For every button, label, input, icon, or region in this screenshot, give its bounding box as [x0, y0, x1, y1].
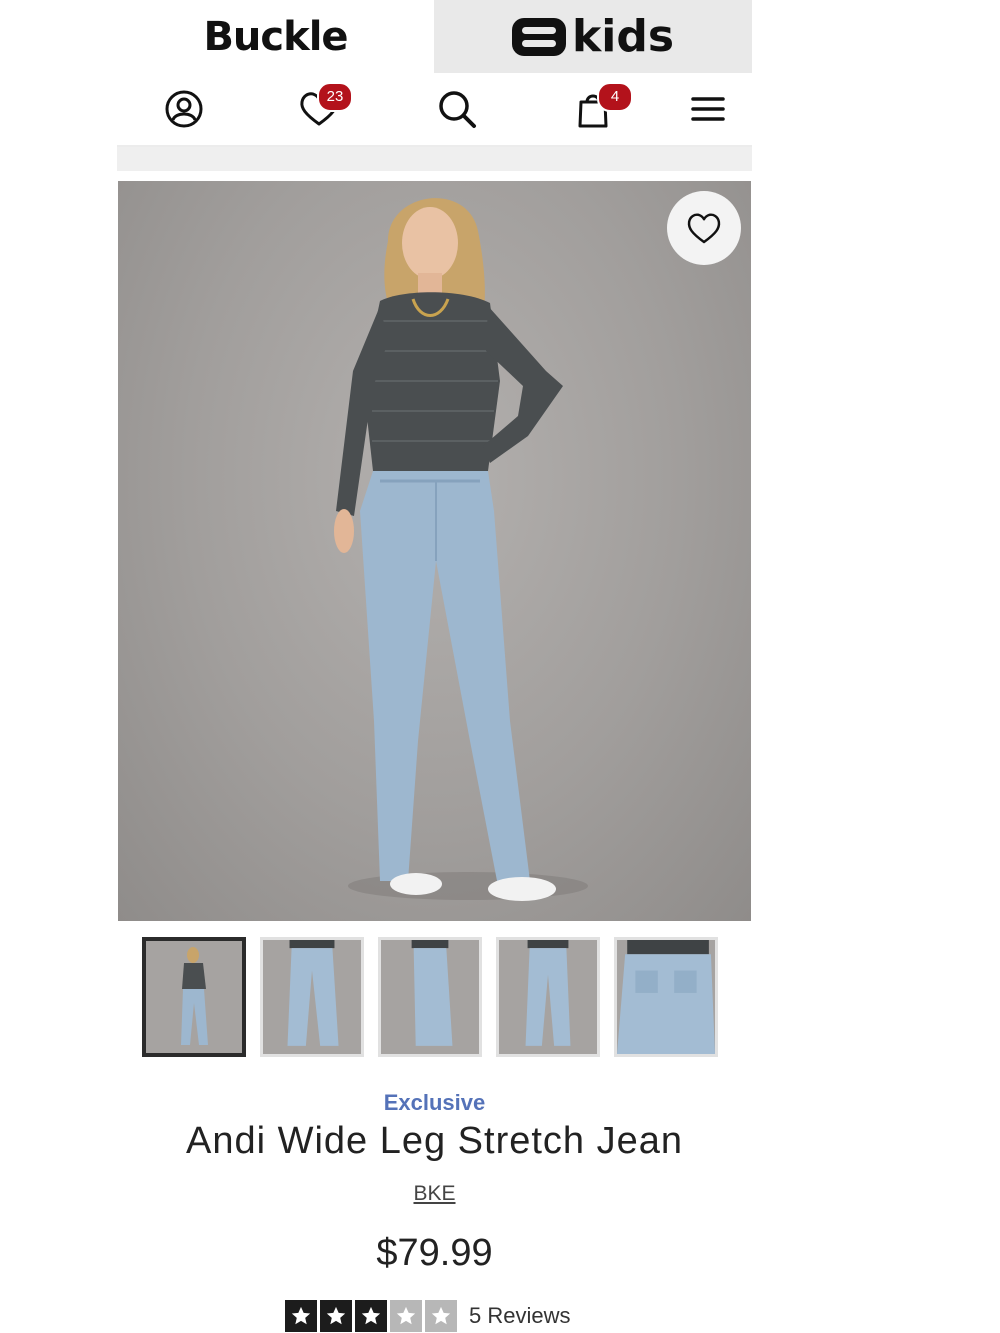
- thumbnail-back-closeup[interactable]: [614, 937, 718, 1057]
- rating-summary[interactable]: 5 Reviews: [285, 1299, 570, 1332]
- buckle-kids-logo[interactable]: kids: [434, 0, 752, 73]
- product-title: Andi Wide Leg Stretch Jean: [185, 1120, 684, 1162]
- product-price: $79.99: [376, 1232, 493, 1274]
- product-main-image[interactable]: [118, 181, 751, 921]
- star-filled-icon: [285, 1299, 317, 1332]
- thumbnail-front-legs[interactable]: [260, 937, 364, 1057]
- brand-bar: Buckle kids: [117, 0, 752, 73]
- thumbnail-side[interactable]: [378, 937, 482, 1057]
- brand-link-container: BKE: [117, 1182, 752, 1206]
- star-rating: [285, 1299, 457, 1332]
- star-filled-icon: [355, 1299, 387, 1332]
- buckle-logo-text: Buckle: [203, 13, 348, 60]
- wishlist-count-badge: 23: [317, 82, 353, 112]
- promo-strip: [117, 147, 752, 171]
- thumbnail-gallery: [142, 937, 722, 1058]
- menu-icon[interactable]: [684, 85, 732, 133]
- thumbnail-back-legs[interactable]: [496, 937, 600, 1057]
- star-empty-icon: [390, 1299, 422, 1332]
- model-illustration: [334, 198, 588, 901]
- reviews-link[interactable]: 5 Reviews: [469, 1303, 570, 1329]
- thumbnail-front-full[interactable]: [142, 937, 246, 1057]
- add-to-favorites-button[interactable]: [667, 191, 741, 265]
- product-page: Buckle kids 23 4 Exclusive Andi Wide Leg…: [117, 0, 752, 1332]
- heart-icon: [687, 213, 721, 244]
- wishlist-heart-icon[interactable]: 23: [295, 82, 353, 133]
- header-icon-bar: 23 4: [117, 73, 752, 147]
- kids-logo-text: kids: [571, 10, 675, 62]
- buckle-b-icon: [511, 17, 566, 56]
- star-empty-icon: [425, 1299, 457, 1332]
- search-icon[interactable]: [433, 85, 481, 133]
- star-filled-icon: [320, 1299, 352, 1332]
- brand-link[interactable]: BKE: [413, 1182, 455, 1205]
- exclusive-tag: Exclusive: [383, 1090, 486, 1115]
- buckle-logo[interactable]: Buckle: [117, 0, 434, 73]
- cart-count-badge: 4: [597, 82, 633, 112]
- account-icon[interactable]: [160, 85, 208, 133]
- shopping-bag-icon[interactable]: 4: [569, 82, 633, 133]
